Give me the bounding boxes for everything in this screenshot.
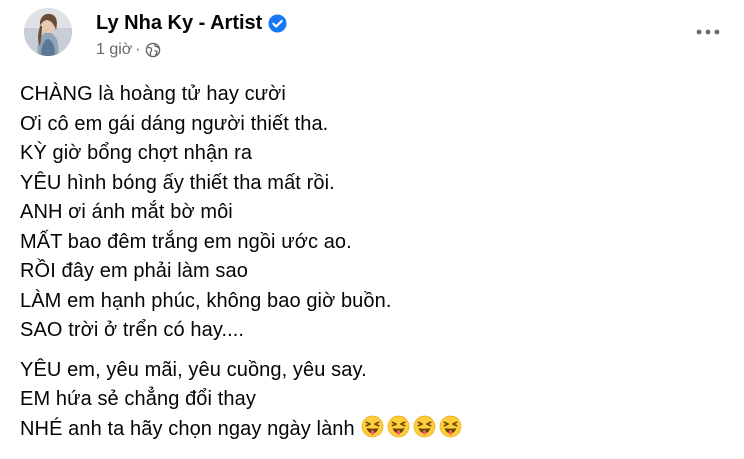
- meta-separator: ·: [135, 41, 141, 58]
- poem-line-last: NHÉ anh ta hãy chọn ngay ngày lành: [20, 415, 724, 445]
- author-name[interactable]: Ly Nha Ky - Artist: [96, 11, 262, 35]
- squinting-face-with-tongue-icon: [413, 415, 436, 438]
- squinting-face-with-tongue-icon: [439, 415, 462, 438]
- squinting-face-with-tongue-icon: [387, 415, 410, 438]
- poem-line: SAO trời ở trển có hay....: [20, 319, 245, 341]
- post-header: Ly Nha Ky - Artist 1 giờ ·: [24, 8, 724, 58]
- poem-line: KỲ giờ bổng chợt nhận ra: [20, 142, 253, 164]
- avatar-photo: [24, 8, 72, 56]
- globe-icon[interactable]: [145, 42, 161, 58]
- stanza-1: CHÀNG là hoàng tử hay cười Ơi cô em gái …: [20, 80, 724, 346]
- author-name-row: Ly Nha Ky - Artist: [96, 11, 287, 35]
- poem-line: Ơi cô em gái dáng người thiết tha.: [20, 112, 329, 135]
- poem-line: YÊU hình bóng ấy thiết tha mất rồi.: [20, 171, 335, 194]
- verified-badge-icon: [268, 13, 287, 33]
- facebook-post: Ly Nha Ky - Artist 1 giờ · CHÀNG là hoàn…: [0, 0, 744, 459]
- poem-line: YÊU em, yêu mãi, yêu cuồng, yêu say.: [20, 358, 367, 381]
- emoji-row: [361, 415, 462, 438]
- poem-line: EM hứa sẻ chẳng đổi thay: [20, 388, 256, 410]
- post-meta: 1 giờ ·: [96, 40, 161, 60]
- poem-line: CHÀNG là hoàng tử hay cười: [20, 83, 286, 105]
- stanza-2: YÊU em, yêu mãi, yêu cuồng, yêu say. EM …: [20, 356, 724, 445]
- post-text: CHÀNG là hoàng tử hay cười Ơi cô em gái …: [20, 80, 724, 444]
- poem-line: ANH ơi ánh mắt bờ môi: [20, 201, 233, 223]
- more-options-icon[interactable]: [692, 20, 724, 44]
- author-avatar[interactable]: [24, 8, 72, 56]
- poem-line-text: NHÉ anh ta hãy chọn ngay ngày lành: [20, 417, 355, 440]
- poem-line: LÀM em hạnh phúc, không bao giờ buồn.: [20, 289, 392, 312]
- post-timestamp[interactable]: 1 giờ: [96, 40, 132, 60]
- poem-line: MẤT bao đêm trắng em ngồi ước ao.: [20, 230, 352, 253]
- poem-line: RỒI đây em phải làm sao: [20, 260, 248, 282]
- squinting-face-with-tongue-icon: [361, 415, 384, 438]
